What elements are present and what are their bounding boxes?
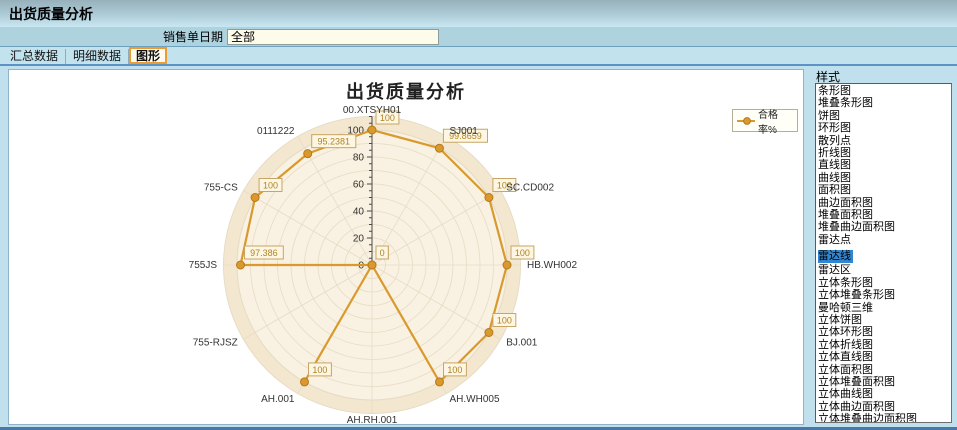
data-point: [237, 261, 245, 269]
category-label: 755JS: [189, 260, 218, 271]
style-option[interactable]: 雷达区: [818, 264, 951, 276]
style-option[interactable]: 立体曲线图: [818, 388, 951, 400]
category-label: 00.XTSYH01: [343, 105, 402, 116]
style-option[interactable]: 堆叠面积图: [818, 209, 951, 221]
axis-tick-label: 20: [353, 234, 365, 245]
style-option[interactable]: 直线图: [818, 159, 951, 171]
app-window: 出货质量分析 销售单日期 汇总数据明细数据图形 0 20 40 60 80 100 100 9…: [0, 0, 957, 430]
data-point: [251, 194, 259, 202]
style-option[interactable]: 曼哈顿三维: [818, 302, 951, 314]
style-option[interactable]: 立体饼图: [818, 314, 951, 326]
style-option[interactable]: 雷达点: [818, 234, 951, 246]
style-option[interactable]: 曲边面积图: [818, 197, 951, 209]
value-label: 100: [515, 248, 530, 258]
value-label: 0: [380, 248, 385, 258]
data-point: [304, 150, 312, 158]
data-point: [485, 329, 493, 337]
chart-legend: 合格率%: [732, 109, 798, 132]
style-option[interactable]: 堆叠曲边面积图: [818, 221, 951, 233]
style-option[interactable]: 条形图: [818, 85, 951, 97]
value-label: 100: [447, 365, 462, 375]
style-option[interactable]: 立体堆叠面积图: [818, 376, 951, 388]
style-option[interactable]: 折线图: [818, 147, 951, 159]
tab-2[interactable]: 图形: [129, 47, 167, 64]
style-option[interactable]: 饼图: [818, 110, 951, 122]
data-point: [485, 194, 493, 202]
filter-bar: 销售单日期: [0, 27, 957, 47]
category-label: SC.CD002: [506, 183, 554, 194]
content-area: 02040608010010099.8659100100100100010009…: [0, 64, 957, 427]
style-option[interactable]: 立体环形图: [818, 326, 951, 338]
tab-1[interactable]: 明细数据: [66, 49, 129, 64]
style-option[interactable]: 面积图: [818, 184, 951, 196]
style-option[interactable]: 立体直线图: [818, 351, 951, 363]
style-option[interactable]: 立体条形图: [818, 277, 951, 289]
chart-panel: 02040608010010099.8659100100100100010009…: [8, 69, 804, 425]
category-label: AH.RH.001: [347, 415, 398, 424]
data-point: [435, 144, 443, 152]
value-label: 100: [497, 316, 512, 326]
title-bar: 出货质量分析: [0, 0, 957, 27]
radar-chart: 02040608010010099.8659100100100100010009…: [9, 70, 803, 424]
style-option[interactable]: 环形图: [818, 122, 951, 134]
data-point: [368, 261, 376, 269]
data-point: [436, 378, 444, 386]
style-panel: 样式 条形图堆叠条形图饼图环形图散列点折线图直线图曲线图面积图曲边面积图堆叠面积…: [810, 66, 956, 428]
page-title: 出货质量分析: [9, 4, 93, 24]
style-option[interactable]: 雷达线: [818, 250, 853, 262]
style-option[interactable]: 散列点: [818, 135, 951, 147]
style-option[interactable]: 立体堆叠条形图: [818, 289, 951, 301]
style-option[interactable]: 立体堆叠曲边面积图: [818, 413, 951, 423]
axis-tick-label: 80: [353, 153, 365, 164]
category-label: SJ001: [450, 126, 479, 137]
category-label: AH.001: [261, 394, 295, 405]
category-label: 755-CS: [204, 183, 238, 194]
style-option[interactable]: 立体曲边面积图: [818, 401, 951, 413]
category-label: AH.WH005: [450, 394, 500, 405]
data-point: [503, 261, 511, 269]
category-label: HB.WH002: [527, 260, 577, 271]
value-label: 100: [312, 365, 327, 375]
style-list[interactable]: 条形图堆叠条形图饼图环形图散列点折线图直线图曲线图面积图曲边面积图堆叠面积图堆叠…: [815, 83, 952, 423]
style-option[interactable]: 堆叠条形图: [818, 97, 951, 109]
style-option[interactable]: 立体面积图: [818, 364, 951, 376]
style-option[interactable]: 曲线图: [818, 172, 951, 184]
value-label: 97.386: [250, 248, 278, 258]
style-option[interactable]: 立体折线图: [818, 339, 951, 351]
value-label: 100: [263, 181, 278, 191]
legend-series-label: 合格率%: [758, 106, 793, 136]
value-label: 95.2381: [317, 137, 350, 147]
data-point: [301, 378, 309, 386]
axis-tick-label: 60: [353, 180, 365, 191]
legend-line-marker-icon: [737, 116, 755, 126]
category-label: BJ.001: [506, 338, 538, 349]
tab-bar: 汇总数据明细数据图形: [0, 47, 957, 64]
tab-0[interactable]: 汇总数据: [3, 49, 66, 64]
category-label: 755-RJSZ: [193, 338, 238, 349]
sales-date-label: 销售单日期: [163, 28, 223, 45]
data-point: [368, 126, 376, 134]
sales-date-input[interactable]: [227, 29, 439, 45]
axis-tick-label: 40: [353, 207, 365, 218]
chart-title: 出货质量分析: [9, 78, 803, 104]
category-label: 0111222: [257, 126, 295, 137]
